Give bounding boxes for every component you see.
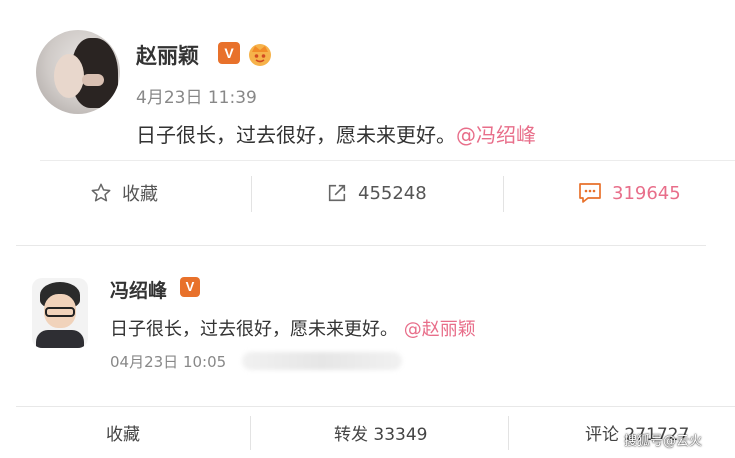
comment-count: 319645 — [612, 182, 681, 204]
verified-badge-icon: V — [180, 277, 200, 297]
action-divider — [503, 176, 504, 212]
favorite-button[interactable]: 收藏 — [90, 172, 158, 214]
user-avatar[interactable] — [32, 278, 88, 348]
divider — [16, 245, 706, 246]
forward-button[interactable]: 455248 — [326, 172, 427, 214]
crown-member-icon — [249, 44, 271, 66]
favorite-button[interactable]: 收藏 — [106, 414, 140, 450]
post-text: 日子很长，过去很好，愿未来更好。 @赵丽颖 — [110, 315, 476, 341]
avatar-glasses-shape — [45, 307, 75, 317]
share-icon — [328, 184, 346, 202]
action-divider — [250, 416, 251, 450]
watermark-text: 搜狐号@云火 — [624, 434, 703, 449]
action-divider — [508, 416, 509, 450]
divider — [16, 406, 735, 407]
favorite-label: 收藏 — [122, 184, 158, 205]
post-text-body: 日子很长，过去很好，愿未来更好。 — [110, 319, 398, 340]
post-action-bar: 收藏 455248 319645 — [0, 172, 735, 214]
post-text: 日子很长，过去很好，愿未来更好。@冯绍峰 — [136, 119, 536, 148]
forward-count: 455248 — [358, 182, 427, 204]
user-name[interactable]: 赵丽颖 — [136, 40, 199, 70]
avatar-face-shape — [54, 54, 84, 98]
mention-link[interactable]: @冯绍峰 — [456, 123, 536, 147]
user-name[interactable]: 冯绍峰 — [110, 276, 167, 303]
mention-link[interactable]: @赵丽颖 — [404, 319, 476, 340]
verified-badge-icon: V — [218, 42, 240, 64]
forward-button[interactable]: 转发 33349 — [334, 414, 427, 450]
action-divider — [251, 176, 252, 212]
post-time[interactable]: 4月23日 11:39 — [136, 83, 257, 108]
forward-label: 转发 33349 — [334, 424, 428, 445]
favorite-label: 收藏 — [106, 424, 140, 445]
divider — [40, 160, 735, 161]
comment-icon — [579, 183, 601, 203]
comment-button[interactable]: 319645 — [578, 172, 681, 214]
star-icon — [91, 183, 111, 202]
user-avatar[interactable] — [36, 30, 120, 114]
post-time[interactable]: 04月23日 10:05 — [110, 351, 226, 372]
avatar-suit-shape — [36, 330, 84, 348]
avatar-hand-shape — [82, 74, 104, 86]
blurred-source-text — [242, 352, 402, 370]
post-text-body: 日子很长，过去很好，愿未来更好。 — [136, 123, 456, 147]
